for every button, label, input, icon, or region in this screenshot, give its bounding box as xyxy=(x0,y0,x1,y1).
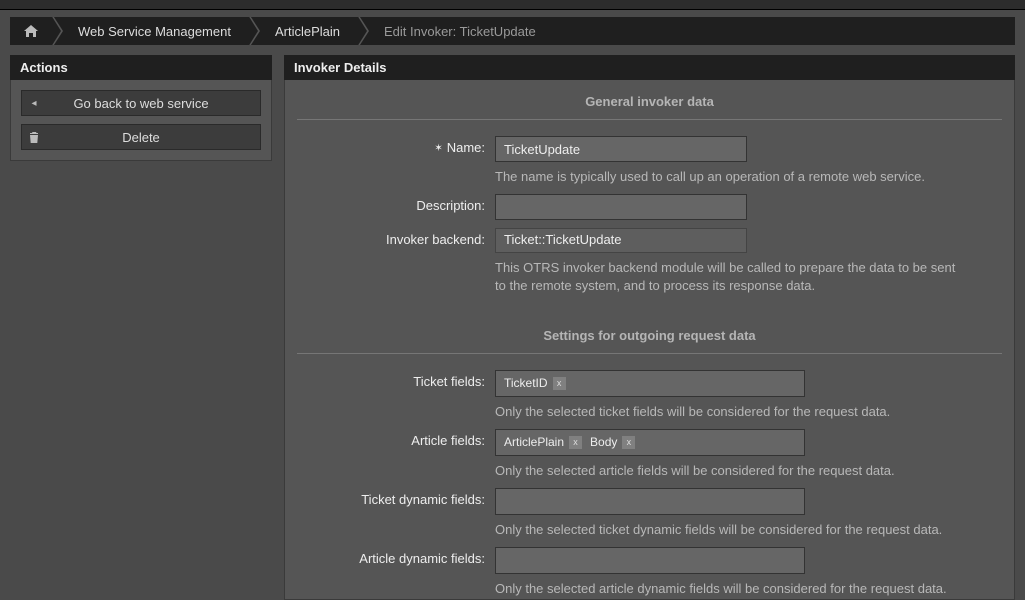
ticket-fields-input[interactable]: TicketID x xyxy=(495,370,805,397)
invoker-details-title: Invoker Details xyxy=(284,55,1015,80)
delete-button[interactable]: Delete xyxy=(21,124,261,150)
tag: TicketID x xyxy=(500,376,566,390)
window-topbar xyxy=(0,0,1025,10)
actions-panel-title: Actions xyxy=(10,55,272,80)
home-icon xyxy=(24,25,38,37)
section-divider xyxy=(297,119,1002,120)
delete-label: Delete xyxy=(46,130,260,145)
breadcrumb-current: Edit Invoker: TicketUpdate xyxy=(358,17,554,45)
breadcrumb-item-webservice[interactable]: Web Service Management xyxy=(52,17,249,45)
section-outgoing-title: Settings for outgoing request data xyxy=(285,314,1014,353)
tag-remove-icon[interactable]: x xyxy=(553,377,566,390)
actions-panel: Actions ◂ Go back to web service Delete xyxy=(10,55,272,161)
go-back-button[interactable]: ◂ Go back to web service xyxy=(21,90,261,116)
tag-label: ArticlePlain xyxy=(504,435,564,449)
breadcrumb-home[interactable] xyxy=(10,17,52,45)
go-back-label: Go back to web service xyxy=(46,96,260,111)
breadcrumb-label: Web Service Management xyxy=(78,24,231,39)
tag-label: TicketID xyxy=(504,376,548,390)
backend-hint: This OTRS invoker backend module will be… xyxy=(495,259,965,295)
ticket-fields-hint: Only the selected ticket fields will be … xyxy=(495,403,965,421)
name-label-text: Name: xyxy=(447,140,485,155)
invoker-details-panel: Invoker Details General invoker data ✶Na… xyxy=(284,55,1015,600)
backend-value: Ticket::TicketUpdate xyxy=(495,228,747,253)
tag: ArticlePlain x xyxy=(500,435,582,449)
breadcrumb-label: Edit Invoker: TicketUpdate xyxy=(384,24,536,39)
section-general-title: General invoker data xyxy=(285,80,1014,119)
section-divider xyxy=(297,353,1002,354)
caret-left-icon: ◂ xyxy=(22,98,46,109)
name-input[interactable] xyxy=(495,136,747,162)
article-fields-input[interactable]: ArticlePlainxBodyx xyxy=(495,429,805,456)
article-dyn-label: Article dynamic fields: xyxy=(297,547,495,566)
name-hint: The name is typically used to call up an… xyxy=(495,168,965,186)
article-dyn-input[interactable] xyxy=(495,547,805,574)
ticket-dyn-hint: Only the selected ticket dynamic fields … xyxy=(495,521,965,539)
ticket-fields-label: Ticket fields: xyxy=(297,370,495,389)
description-input[interactable] xyxy=(495,194,747,220)
backend-label: Invoker backend: xyxy=(297,228,495,247)
breadcrumb: Web Service Management ArticlePlain Edit… xyxy=(10,17,1015,45)
breadcrumb-label: ArticlePlain xyxy=(275,24,340,39)
breadcrumb-item-articleplain[interactable]: ArticlePlain xyxy=(249,17,358,45)
tag: Bodyx xyxy=(586,435,635,449)
article-dyn-hint: Only the selected article dynamic fields… xyxy=(495,580,965,598)
trash-icon xyxy=(22,132,46,143)
tag-label: Body xyxy=(590,435,617,449)
tag-remove-icon[interactable]: x xyxy=(569,436,582,449)
name-label: ✶Name: xyxy=(297,136,495,155)
article-fields-hint: Only the selected article fields will be… xyxy=(495,462,965,480)
ticket-dyn-label: Ticket dynamic fields: xyxy=(297,488,495,507)
description-label: Description: xyxy=(297,194,495,213)
ticket-dyn-input[interactable] xyxy=(495,488,805,515)
tag-remove-icon[interactable]: x xyxy=(622,436,635,449)
article-fields-label: Article fields: xyxy=(297,429,495,448)
